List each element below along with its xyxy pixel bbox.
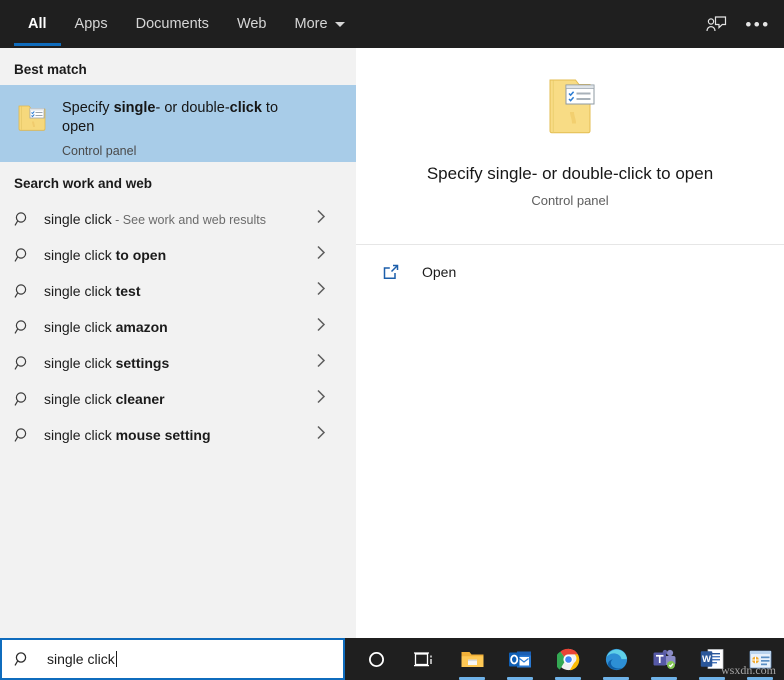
search-icon (14, 427, 40, 444)
preview-subtitle: Control panel (531, 193, 608, 208)
bm-part-1: single (114, 100, 156, 116)
chevron-right-icon[interactable] (316, 425, 326, 446)
chevron-right-icon[interactable] (316, 245, 326, 266)
tab-more-label: More (295, 16, 328, 32)
control-panel-folder-icon (537, 76, 603, 138)
control-panel-folder-icon (14, 99, 50, 135)
tab-web[interactable]: Web (223, 0, 281, 48)
task-view-icon[interactable] (400, 638, 448, 680)
list-item-label: single click settings (44, 355, 169, 371)
list-item-label: single click amazon (44, 319, 168, 335)
search-icon (14, 391, 40, 408)
sugg-6-prefix: single click (44, 427, 116, 443)
list-item-label: single click test (44, 283, 141, 299)
bm-part-0: Specify (62, 100, 114, 116)
tab-documents[interactable]: Documents (122, 0, 223, 48)
tab-web-label: Web (237, 16, 267, 32)
suggestion-list: single click - See work and web results … (0, 201, 356, 453)
tab-apps-label: Apps (75, 16, 108, 32)
feedback-person-icon[interactable] (698, 6, 734, 42)
tab-documents-label: Documents (136, 16, 209, 32)
list-item[interactable]: single click amazon (0, 309, 356, 345)
sugg-3-suffix: amazon (116, 319, 168, 335)
open-external-icon (382, 263, 408, 281)
best-match-text: Specify single- or double-click to open … (62, 98, 307, 158)
edge-icon[interactable] (592, 638, 640, 680)
sugg-1-suffix: to open (116, 247, 167, 263)
best-match-result[interactable]: Specify single- or double-click to open … (0, 85, 356, 162)
list-item-label: single click to open (44, 247, 166, 263)
list-item[interactable]: single click mouse setting (0, 417, 356, 453)
search-input-value: single click (47, 651, 115, 667)
search-icon (14, 247, 40, 264)
list-item-label: single click mouse setting (44, 427, 211, 443)
watermark-text: wsxdn.com (721, 663, 776, 678)
preview-panel: Specify single- or double-click to open … (356, 48, 784, 638)
svg-text:W: W (702, 654, 711, 665)
sugg-3-prefix: single click (44, 319, 116, 335)
sugg-5-suffix: cleaner (116, 391, 165, 407)
tab-all-label: All (28, 16, 47, 32)
page-title: Specify single- or double-click to open (427, 164, 713, 184)
list-item[interactable]: single click - See work and web results (0, 201, 356, 237)
list-item-label: single click - See work and web results (44, 211, 266, 227)
action-open-label: Open (422, 264, 456, 280)
chevron-right-icon[interactable] (316, 281, 326, 302)
chevron-down-icon (335, 22, 345, 27)
results-list-panel: Best match Specify single- or double- (0, 48, 356, 638)
list-item[interactable]: single click settings (0, 345, 356, 381)
teams-icon[interactable] (640, 638, 688, 680)
best-match-header: Best match (0, 48, 356, 85)
tab-all[interactable]: All (14, 0, 61, 48)
list-item-label: single click cleaner (44, 391, 165, 407)
action-open[interactable]: Open (356, 245, 784, 299)
search-icon (14, 355, 40, 372)
chrome-icon[interactable] (544, 638, 592, 680)
chevron-right-icon[interactable] (316, 353, 326, 374)
chevron-right-icon[interactable] (316, 209, 326, 230)
outlook-icon[interactable] (496, 638, 544, 680)
bm-part-3: click (230, 100, 262, 116)
sugg-5-prefix: single click (44, 391, 116, 407)
cortana-icon[interactable] (352, 638, 400, 680)
sugg-2-prefix: single click (44, 283, 116, 299)
list-item[interactable]: single click test (0, 273, 356, 309)
bm-part-2: - or double- (156, 100, 230, 116)
text-caret (116, 651, 117, 667)
sugg-6-suffix: mouse setting (116, 427, 211, 443)
sugg-4-suffix: settings (116, 355, 170, 371)
sugg-2-suffix: test (116, 283, 141, 299)
taskbar-app-list: W (352, 638, 784, 680)
sugg-1-prefix: single click (44, 247, 116, 263)
tab-apps[interactable]: Apps (61, 0, 122, 48)
search-flyout-root: All Apps Documents Web More (0, 0, 784, 680)
search-icon (14, 319, 40, 336)
preview-header: Specify single- or double-click to open … (356, 48, 784, 244)
best-match-subtitle: Control panel (62, 144, 307, 158)
search-web-header: Search work and web (0, 162, 356, 199)
sugg-0-hint: - See work and web results (112, 213, 266, 227)
search-filter-tabs: All Apps Documents Web More (0, 0, 359, 48)
search-top-bar: All Apps Documents Web More (0, 0, 784, 48)
tab-more[interactable]: More (281, 0, 359, 48)
search-icon (14, 211, 40, 228)
sugg-0-prefix: single click (44, 211, 112, 227)
best-match-title: Specify single- or double-click to open (62, 99, 307, 137)
search-icon (14, 283, 40, 300)
ellipsis-icon[interactable]: ••• (740, 6, 776, 42)
chevron-right-icon[interactable] (316, 389, 326, 410)
search-icon (14, 651, 38, 668)
sugg-4-prefix: single click (44, 355, 116, 371)
top-bar-actions: ••• (698, 0, 776, 48)
chevron-right-icon[interactable] (316, 317, 326, 338)
list-item[interactable]: single click to open (0, 237, 356, 273)
search-input[interactable]: single click (0, 638, 345, 680)
list-item[interactable]: single click cleaner (0, 381, 356, 417)
file-explorer-icon[interactable] (448, 638, 496, 680)
